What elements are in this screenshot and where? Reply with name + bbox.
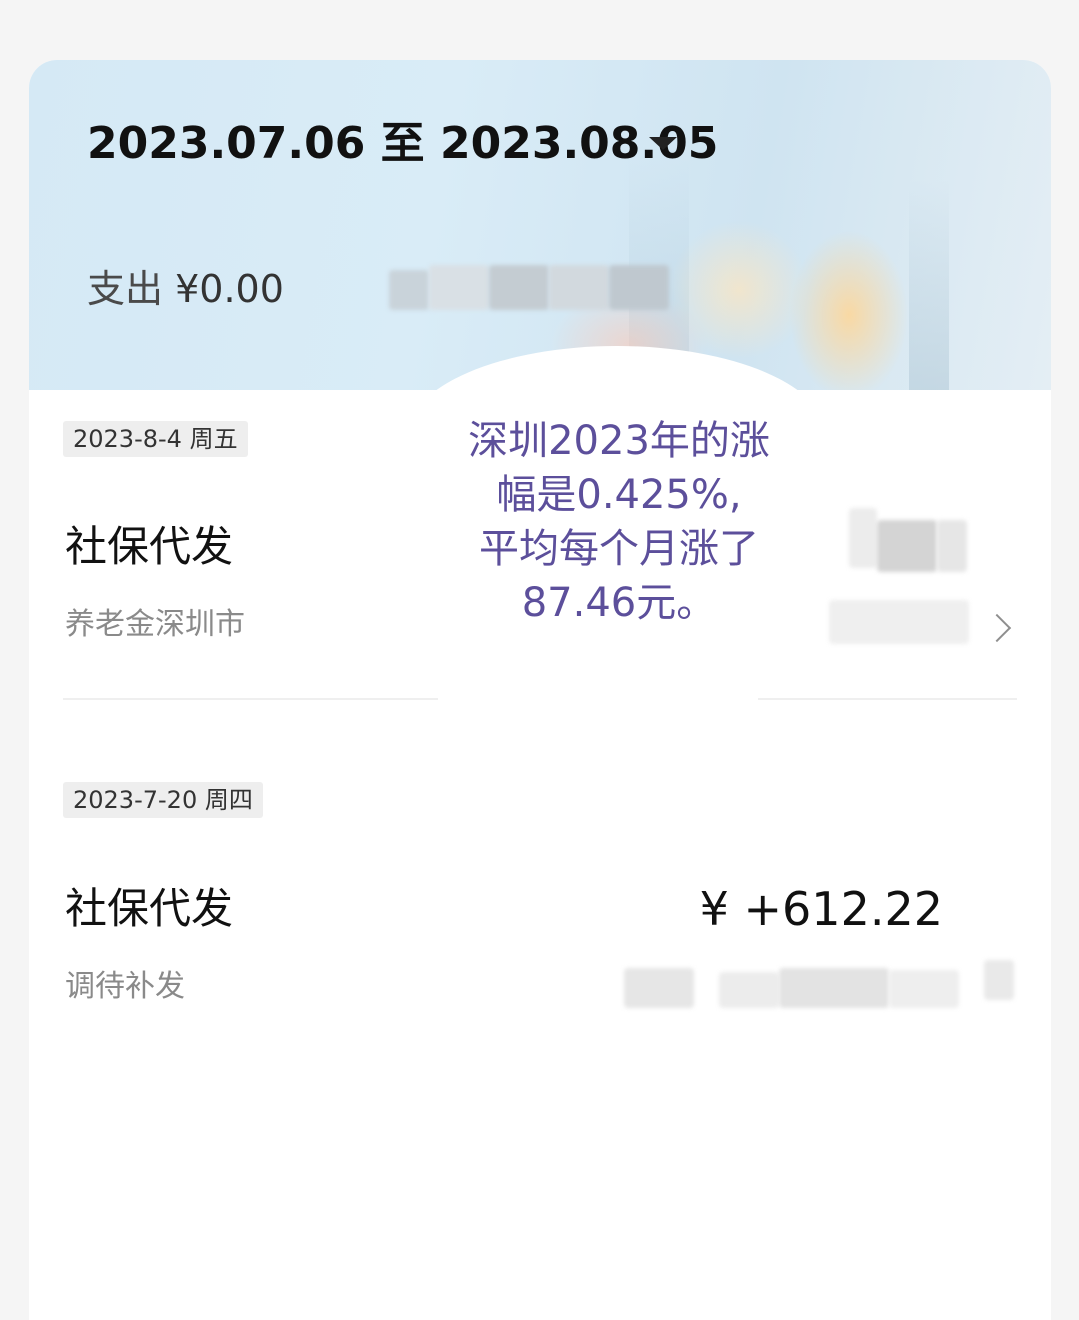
statement-header: 2023.07.06 至 2023.08.05 支出 ¥0.00 [29, 60, 1051, 390]
date-range-selector[interactable]: 2023.07.06 至 2023.08.05 [87, 115, 718, 173]
transaction-title[interactable]: 社保代发 [65, 520, 233, 574]
annotation-line: 深圳2023年的涨 [468, 418, 770, 464]
chevron-right-icon[interactable] [982, 613, 1012, 643]
section-date: 2023-8-4 周五 [63, 421, 248, 457]
background-decoration [789, 230, 909, 390]
divider-gap [438, 696, 758, 702]
expense-label: 支出 [87, 267, 164, 311]
transaction-title[interactable]: 社保代发 [65, 882, 233, 936]
transaction-amount: ¥ +612.22 [699, 882, 943, 936]
section-date: 2023-7-20 周四 [63, 782, 263, 818]
expense-value: ¥0.00 [175, 267, 284, 311]
caret-down-icon[interactable] [649, 137, 677, 150]
annotation-line: 幅是0.425%, [496, 472, 742, 518]
transaction-subtitle: 养老金深圳市 [65, 607, 245, 642]
annotation-line: 87.46元。 [521, 580, 717, 626]
statement-card: 2023.07.06 至 2023.08.05 支出 ¥0.00 2023-8-… [29, 60, 1051, 1320]
background-decoration [909, 180, 949, 390]
transaction-subtitle: 调待补发 [65, 969, 185, 1004]
annotation-note: 深圳2023年的涨 幅是0.425%, 平均每个月涨了 87.46元。 [399, 414, 839, 630]
annotation-line: 平均每个月涨了 [479, 526, 759, 572]
expense-summary: 支出 ¥0.00 [87, 264, 284, 314]
